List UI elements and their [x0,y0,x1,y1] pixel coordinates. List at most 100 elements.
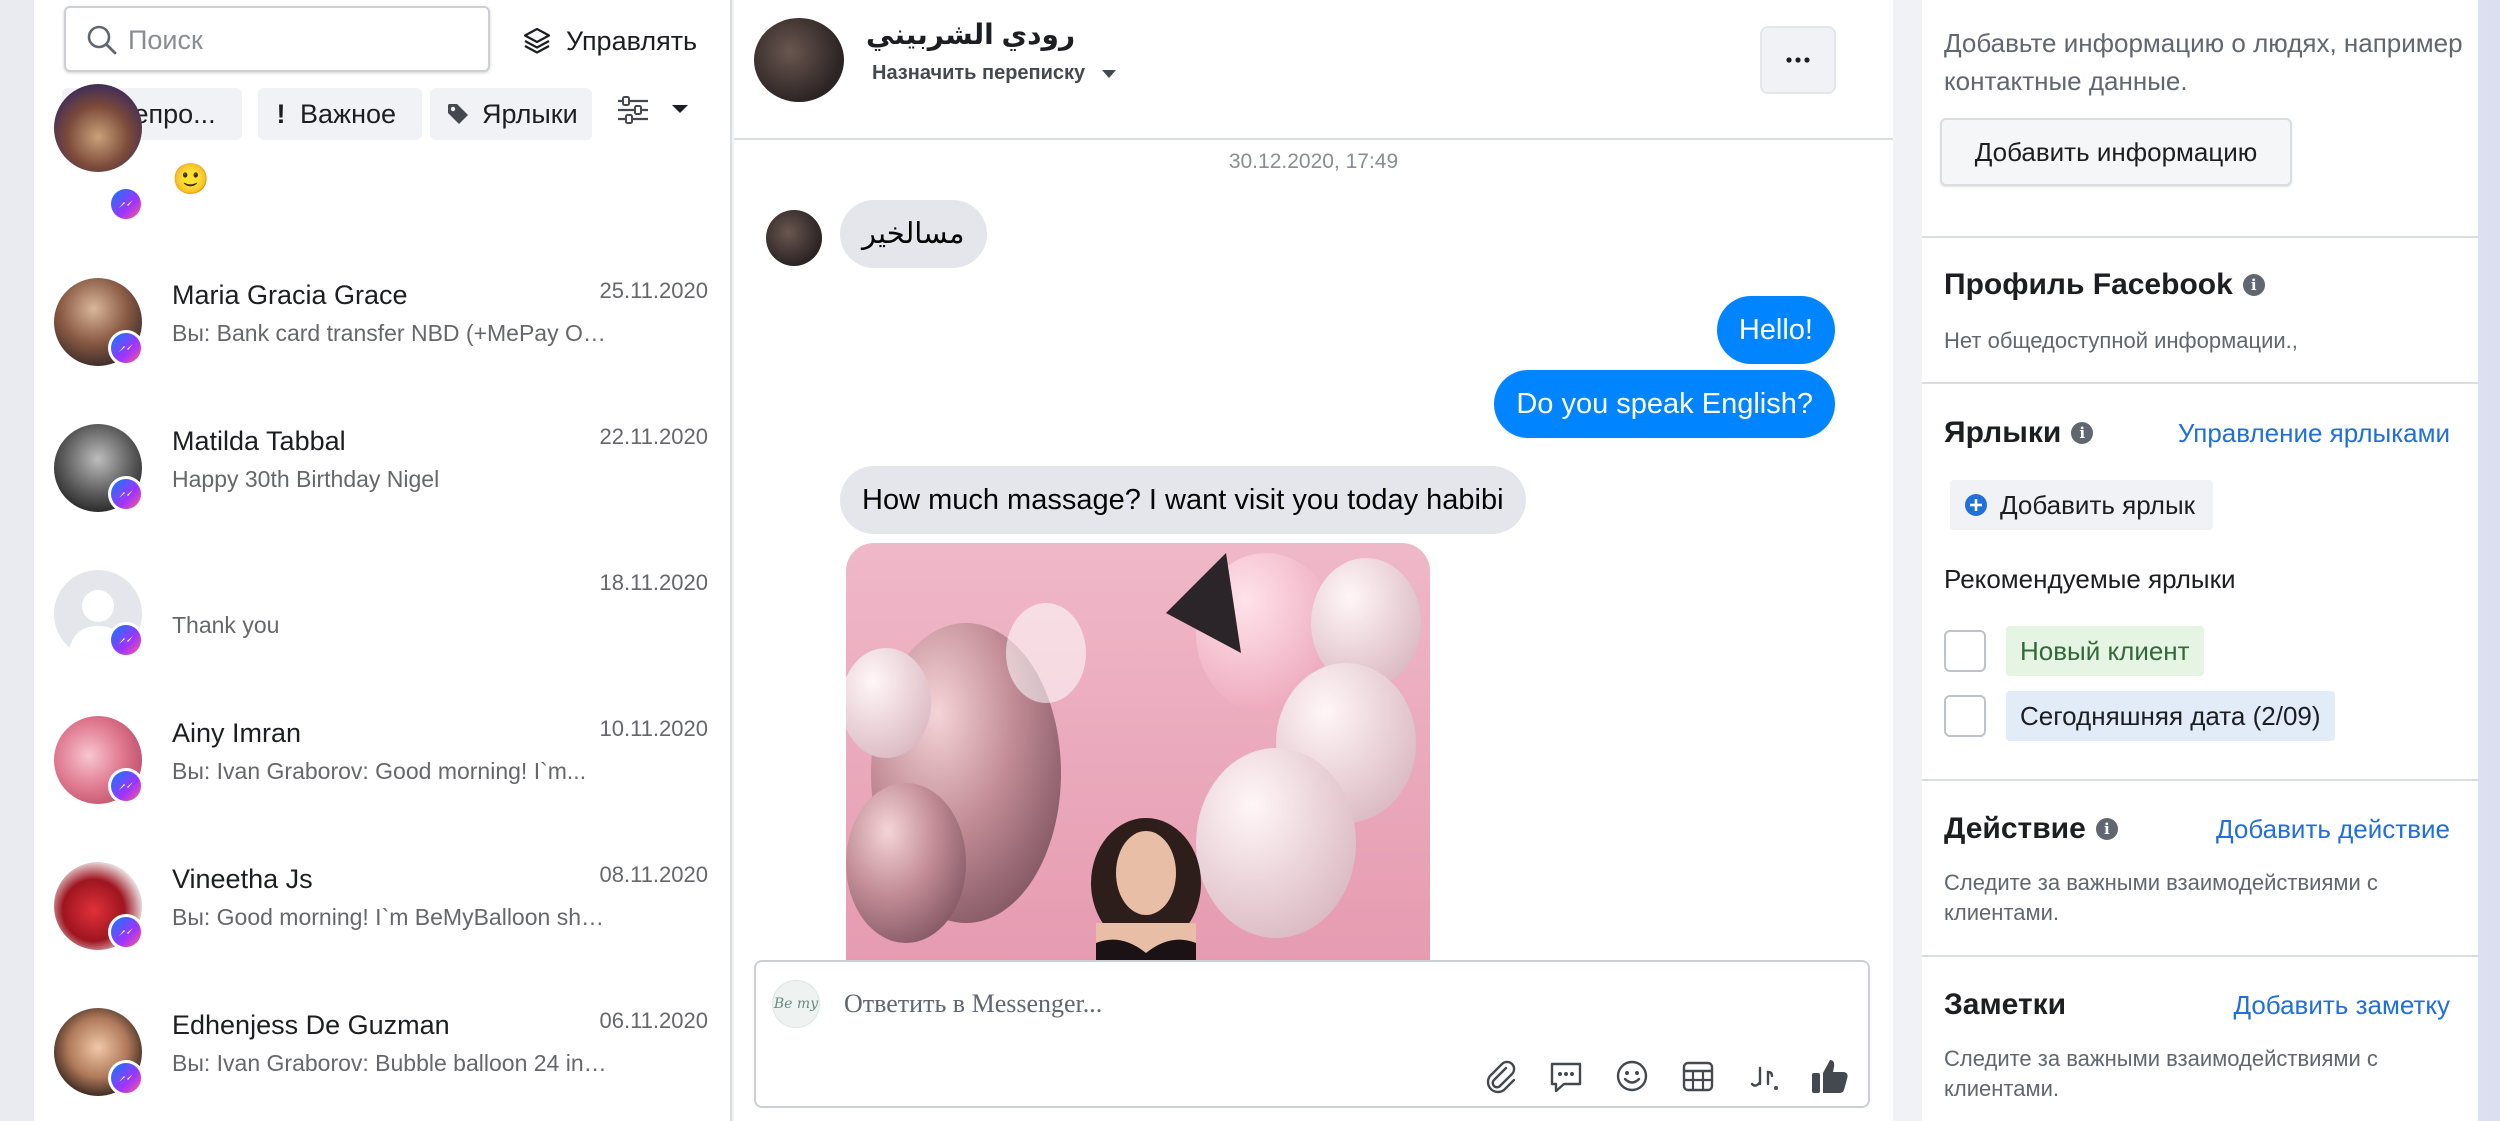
message-timestamp: 30.12.2020, 17:49 [1228,150,1399,173]
recommended-labels-title: Рекомендуемые ярлыки [1944,564,2236,594]
message-preview-emoji: 🙂 [172,163,210,196]
tag-icon [446,102,470,126]
message-bubble-incoming: مسالخير [840,200,987,268]
manage-button[interactable]: Управлять [522,14,697,68]
messenger-badge-icon [108,186,144,222]
messenger-badge-icon [108,914,144,950]
messenger-badge-icon [108,1060,144,1096]
add-note-link[interactable]: Добавить заметку [2233,990,2450,1021]
labels-title: Ярлыки [1944,416,2062,449]
saved-replies-icon[interactable] [1544,1054,1588,1098]
messenger-badge-icon [108,622,144,658]
add-info-button[interactable]: Добавить информацию [1940,118,2292,186]
sliders-icon [616,94,650,124]
left-edge [0,0,34,1121]
labels-heading: Ярлыки i [1944,416,2094,450]
divider [1922,955,2478,957]
conversation-date: 22.11.2020 [599,424,708,449]
facebook-profile-text: Нет общедоступной информации., [1944,328,2298,353]
facebook-profile-title: Профиль Facebook [1944,268,2233,301]
add-info-description: Добавьте информацию о людях, например ко… [1944,28,2463,96]
chat-panel: رودي الشربيني Назначить переписку 30.12.… [734,0,1893,1121]
language-icon[interactable] [1742,1054,1786,1098]
conversation-item[interactable]: Thank you 18.11.2020 [34,570,730,716]
notes-description: Следите за важными взаимодействиями с кл… [1944,1046,2378,1101]
attachment-icon[interactable] [1478,1054,1522,1098]
avatar [54,84,142,172]
messenger-badge-icon [108,476,144,512]
search-box[interactable] [64,6,490,72]
filter-labels-label: Ярлыки [482,98,578,129]
message-preview: Thank you [172,612,280,638]
exclamation-icon: ! [276,98,286,129]
sender-avatar [766,210,822,266]
message-preview: Вы: Ivan Graborov: Bubble balloon 24 inc… [172,1050,612,1076]
contact-name: Vineetha Js [172,864,313,894]
contact-name[interactable]: رودي الشربيني [866,18,1075,51]
contact-name: Ainy Imran [172,718,302,748]
conversation-item[interactable]: Maria Gracia Grace Вы: Bank card transfe… [34,278,730,424]
conversation-item[interactable]: Ainy Imran Вы: Ivan Graborov: Good morni… [34,716,730,862]
conversation-item[interactable]: 🙂 [34,84,730,222]
message-bubble-incoming: How much massage? I want visit you today… [840,466,1526,534]
message-preview: Happy 30th Birthday Nigel [172,466,440,492]
ellipsis-icon [1786,57,1810,63]
page-avatar: Be my [772,980,820,1028]
label-checkbox[interactable] [1944,630,1986,672]
layers-icon [522,26,552,56]
chevron-down-icon [670,103,690,115]
message-image[interactable] [846,543,1430,963]
contact-details-panel: Добавьте информацию о людях, например ко… [1922,0,2478,1121]
notes-heading: Заметки [1944,988,2066,1022]
conversation-list-panel: Управлять Непро... ! Важное Ярлыки 🙂 Mar… [34,0,732,1121]
info-icon[interactable]: i [2242,274,2265,296]
conversation-date: 18.11.2020 [599,570,708,595]
contact-name: Maria Gracia Grace [172,280,408,310]
recommended-label-tag: Новый клиент [2006,626,2204,676]
add-action-link[interactable]: Добавить действие [2216,814,2450,845]
recommended-label-tag: Сегодняшняя дата (2/09) [2006,691,2335,741]
more-options-button[interactable] [1760,26,1836,94]
add-label-button[interactable]: Добавить ярлык [1950,480,2214,530]
conversation-item[interactable]: Edhenjess De Guzman Вы: Ivan Graborov: B… [34,1008,730,1121]
label-checkbox[interactable] [1944,695,1986,737]
conversation-item[interactable]: Matilda Tabbal Happy 30th Birthday Nigel… [34,424,730,570]
facebook-profile-heading: Профиль Facebook i [1944,268,2265,302]
info-icon[interactable]: i [2071,422,2094,444]
assign-label: Назначить переписку [872,62,1086,84]
contact-name: Matilda Tabbal [172,426,346,456]
add-label-text: Добавить ярлык [2000,489,2196,520]
conversation-item[interactable]: Vineetha Js Вы: Good morning! I`m BeMyBa… [34,862,730,1008]
divider [1922,236,2478,238]
calendar-icon[interactable] [1676,1054,1720,1098]
like-icon[interactable] [1808,1054,1852,1098]
reply-composer: Be my [754,960,1870,1108]
message-bubble-outgoing: Do you speak English? [1494,370,1835,438]
action-title: Действие [1944,812,2086,845]
messenger-badge-icon [108,768,144,804]
search-input[interactable] [128,20,468,60]
divider [1922,382,2478,384]
emoji-icon[interactable] [1610,1054,1654,1098]
contact-avatar[interactable] [754,18,844,102]
conversation-date: 25.11.2020 [599,278,708,303]
action-heading: Действие i [1944,812,2118,846]
notes-title: Заметки [1944,988,2067,1021]
filter-important-label: Важное [300,98,397,129]
conversation-date: 06.11.2020 [599,1008,708,1033]
reply-input[interactable] [844,984,1744,1024]
plus-circle-icon [1964,493,1988,517]
manage-label: Управлять [566,25,698,56]
manage-labels-link[interactable]: Управление ярлыками [2178,418,2450,449]
filter-settings-dropdown[interactable] [616,94,690,124]
contact-name: Edhenjess De Guzman [172,1010,450,1040]
caret-down-icon [1101,69,1117,79]
message-preview: Вы: Bank card transfer NBD (+MePay Optio… [172,320,612,346]
divider [1922,779,2478,781]
assign-conversation-dropdown[interactable]: Назначить переписку [872,62,1117,85]
message-preview: Вы: Ivan Graborov: Good morning! I`m... [172,758,587,784]
info-icon[interactable]: i [2095,818,2118,840]
message-bubble-outgoing: Hello! [1716,296,1835,364]
conversation-date: 10.11.2020 [599,716,708,741]
message-preview: Вы: Good morning! I`m BeMyBalloon shop..… [172,904,612,930]
